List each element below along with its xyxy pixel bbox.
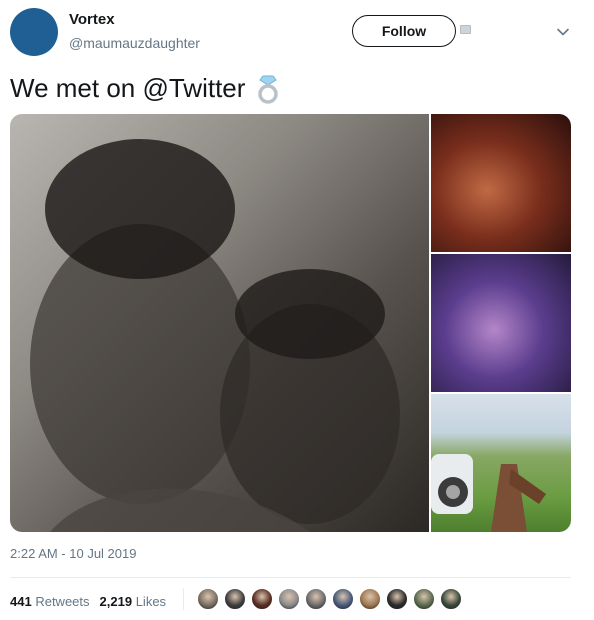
photo-grid — [10, 114, 571, 532]
liker-avatar[interactable] — [332, 588, 354, 610]
photo-main[interactable] — [10, 114, 429, 532]
photo-top-right[interactable] — [431, 114, 571, 252]
retweets-label: Retweets — [35, 594, 90, 609]
photo-bottom-right[interactable] — [431, 394, 571, 532]
liker-avatar[interactable] — [386, 588, 408, 610]
badge-icon — [460, 25, 471, 34]
likes-stat[interactable]: 2,219 Likes — [100, 594, 167, 609]
avatar[interactable] — [10, 8, 58, 56]
liker-avatar[interactable] — [224, 588, 246, 610]
retweets-count: 441 — [10, 594, 32, 609]
retweets-stat[interactable]: 441 Retweets — [10, 594, 90, 609]
photo-bottom-right-art — [431, 454, 546, 532]
stats-divider — [183, 588, 184, 610]
tweet-card: Vortex @maumauzdaughter Follow We met on… — [0, 0, 594, 620]
user-handle[interactable]: @maumauzdaughter — [69, 35, 200, 51]
photo-main-art — [30, 139, 400, 532]
likes-count: 2,219 — [99, 594, 133, 609]
likes-label: Likes — [135, 594, 167, 609]
liker-avatar[interactable] — [197, 588, 219, 610]
liker-avatar[interactable] — [413, 588, 435, 610]
liker-avatar[interactable] — [251, 588, 273, 610]
liker-avatar[interactable] — [278, 588, 300, 610]
follow-button[interactable]: Follow — [352, 15, 456, 47]
liker-avatar[interactable] — [305, 588, 327, 610]
tweet-body: We met on @Twitter — [10, 73, 246, 103]
tweet-timestamp[interactable]: 2:22 AM - 10 Jul 2019 — [10, 546, 136, 561]
tweet-stats: 441 Retweets 2,219 Likes — [10, 594, 166, 609]
chevron-down-icon[interactable] — [554, 23, 572, 41]
photo-middle-right[interactable] — [431, 254, 571, 392]
liker-avatar[interactable] — [359, 588, 381, 610]
liker-avatars — [197, 588, 467, 610]
ring-icon — [258, 75, 279, 104]
tweet-text: We met on @Twitter — [10, 73, 281, 104]
divider — [10, 577, 571, 578]
liker-avatar[interactable] — [440, 588, 462, 610]
display-name[interactable]: Vortex — [69, 11, 115, 28]
